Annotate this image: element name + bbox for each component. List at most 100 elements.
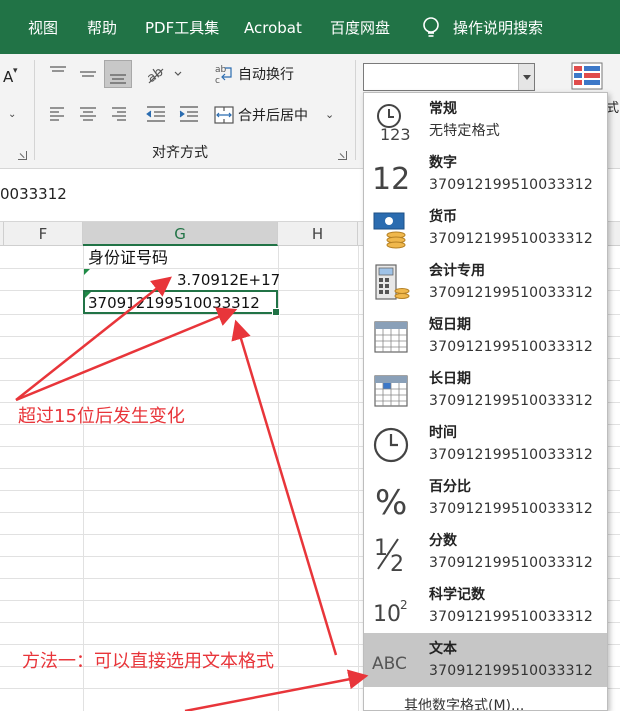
format-item-number[interactable]: 12 数字 370912199510033312 — [364, 147, 607, 201]
tab-pdf-tools[interactable]: PDF工具集 — [145, 18, 219, 38]
format-name: 货币 — [429, 209, 457, 225]
font-caret-icon: ▾ — [13, 66, 18, 76]
top-align-icon[interactable] — [48, 64, 68, 84]
alignment-group-label: 对齐方式 — [152, 145, 208, 161]
merge-center-icon[interactable] — [213, 104, 235, 126]
middle-align-icon[interactable] — [78, 64, 98, 84]
format-name: 时间 — [429, 425, 457, 441]
column-header-h[interactable]: H — [278, 222, 358, 246]
format-sample: 370912199510033312 — [429, 177, 593, 193]
wrap-text-icon[interactable]: ab c — [213, 63, 235, 85]
format-sample: 370912199510033312 — [429, 555, 593, 571]
format-item-text[interactable]: ABC 文本 370912199510033312 — [364, 633, 607, 687]
svg-text:123: 123 — [380, 125, 411, 141]
grid-column-line — [83, 246, 84, 711]
group-separator — [355, 60, 356, 160]
format-name: 短日期 — [429, 317, 471, 333]
tab-help[interactable]: 帮助 — [87, 18, 117, 38]
general-clock-123-icon: 123 — [377, 104, 411, 141]
svg-text:ABC: ABC — [372, 654, 407, 674]
tab-view[interactable]: 视图 — [28, 18, 58, 38]
font-dialog-launcher-icon[interactable] — [18, 151, 27, 160]
format-sample: 370912199510033312 — [429, 663, 593, 679]
svg-text:2: 2 — [390, 552, 404, 573]
number-format-dropdown: 123 常规 无特定格式 12 数字 370912199510033312 货币… — [363, 92, 608, 711]
format-item-general[interactable]: 123 常规 无特定格式 — [364, 93, 607, 147]
annotation-method-note: 方法一：可以直接选用文本格式 — [22, 651, 274, 672]
cell-g-text[interactable]: 370912199510033312 — [88, 292, 260, 314]
format-item-accounting[interactable]: 会计专用 370912199510033312 — [364, 255, 607, 309]
time-clock-icon — [373, 427, 409, 463]
column-header-g[interactable]: G — [83, 222, 278, 246]
number-format-combobox[interactable] — [363, 63, 535, 91]
bottom-align-icon — [110, 74, 126, 84]
svg-text:12: 12 — [372, 162, 410, 195]
format-sample: 370912199510033312 — [429, 231, 593, 247]
format-item-fraction[interactable]: 1 2 分数 370912199510033312 — [364, 525, 607, 579]
tab-baidu-netdisk[interactable]: 百度网盘 — [330, 18, 390, 38]
cell-g-header[interactable]: 身份证号码 — [88, 247, 168, 269]
tell-me-search[interactable]: 操作说明搜索 — [453, 18, 543, 38]
lightbulb-icon — [423, 17, 439, 37]
column-header-f[interactable]: F — [4, 222, 83, 246]
format-sample: 370912199510033312 — [429, 339, 593, 355]
merge-center-label[interactable]: 合并后居中 — [238, 107, 308, 125]
short-date-calendar-icon — [374, 321, 408, 353]
merge-dropdown-caret-icon[interactable]: ⌄ — [325, 106, 334, 124]
align-right-icon[interactable] — [108, 104, 128, 124]
ribbon-tab-bar: 视图 帮助 PDF工具集 Acrobat 百度网盘 操作说明搜索 — [0, 0, 620, 54]
format-item-scientific[interactable]: 10 2 科学记数 370912199510033312 — [364, 579, 607, 633]
accounting-icon — [375, 264, 410, 300]
increase-indent-icon[interactable] — [178, 104, 200, 124]
fraction-icon: 1 2 — [374, 536, 404, 573]
format-name: 长日期 — [429, 371, 471, 387]
error-indicator-icon — [84, 269, 90, 275]
wrap-text-label[interactable]: 自动换行 — [238, 66, 294, 84]
format-sample: 无特定格式 — [429, 123, 500, 139]
more-number-formats-link[interactable]: 其他数字格式(M)... — [404, 695, 524, 710]
format-name: 数字 — [429, 155, 457, 171]
format-sample: 370912199510033312 — [429, 447, 593, 463]
decrease-indent-icon[interactable] — [145, 104, 167, 124]
align-left-icon[interactable] — [48, 104, 68, 124]
decrease-font-icon[interactable]: A — [3, 68, 13, 86]
format-item-percent[interactable]: % 百分比 370912199510033312 — [364, 471, 607, 525]
format-item-currency[interactable]: 货币 370912199510033312 — [364, 201, 607, 255]
text-abc-icon: ABC — [372, 654, 407, 674]
svg-text:ab: ab — [215, 65, 227, 75]
format-item-long-date[interactable]: 长日期 370912199510033312 — [364, 363, 607, 417]
scientific-icon: 10 2 — [373, 598, 408, 627]
svg-text:ab: ab — [145, 65, 166, 85]
svg-text:%: % — [375, 483, 407, 519]
format-name: 常规 — [429, 101, 457, 117]
format-name: 科学记数 — [429, 587, 485, 603]
percent-icon: % — [375, 483, 407, 519]
tab-acrobat[interactable]: Acrobat — [244, 18, 302, 38]
conditional-formatting-icon[interactable] — [570, 62, 606, 92]
grid-column-line — [358, 246, 359, 711]
align-center-icon[interactable] — [78, 104, 98, 124]
format-sample: 370912199510033312 — [429, 393, 593, 409]
formula-bar-value[interactable]: 0033312 — [0, 185, 67, 203]
format-item-short-date[interactable]: 短日期 370912199510033312 — [364, 309, 607, 363]
format-name: 会计专用 — [429, 263, 485, 279]
format-sample: 370912199510033312 — [429, 285, 593, 301]
annotation-overflow-note: 超过15位后发生变化 — [18, 406, 185, 427]
text-orientation-icon[interactable]: ab — [145, 63, 185, 85]
format-sample: 370912199510033312 — [429, 609, 593, 625]
number-12-icon: 12 — [372, 162, 410, 195]
alignment-dialog-launcher-icon[interactable] — [338, 151, 347, 160]
format-item-time[interactable]: 时间 370912199510033312 — [364, 417, 607, 471]
long-date-calendar-icon — [374, 375, 408, 407]
cell-g-scientific[interactable]: 3.70912E+17 — [177, 269, 280, 291]
chevron-down-icon[interactable] — [518, 64, 534, 90]
svg-text:10: 10 — [373, 602, 401, 627]
bottom-align-button[interactable] — [104, 60, 132, 88]
format-sample: 370912199510033312 — [429, 501, 593, 517]
currency-icon — [373, 212, 406, 249]
format-name: 文本 — [429, 641, 457, 657]
svg-text:c: c — [215, 76, 220, 85]
font-color-caret-icon[interactable]: ⌄ — [8, 106, 16, 124]
format-name: 百分比 — [429, 479, 471, 495]
format-name: 分数 — [429, 533, 457, 549]
